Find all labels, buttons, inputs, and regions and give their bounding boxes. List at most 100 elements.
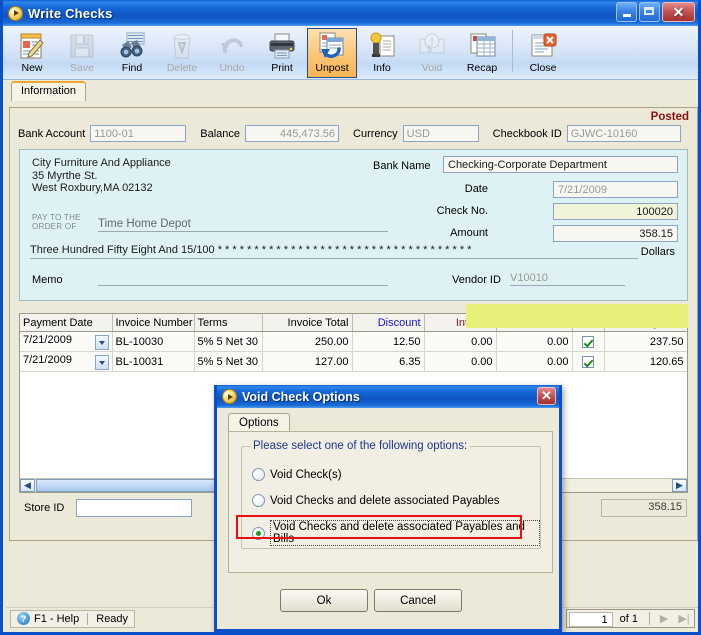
bank-name-input[interactable]: Checking-Corporate Department bbox=[443, 156, 678, 173]
cell-terms[interactable]: 5% 5 Net 30 bbox=[194, 332, 262, 352]
help-label[interactable]: F1 - Help bbox=[34, 613, 79, 625]
toolbar-button-undo[interactable]: Undo bbox=[207, 28, 257, 78]
pay-to-line1: PAY TO THE bbox=[32, 213, 81, 222]
toolbar-button-print[interactable]: Print bbox=[257, 28, 307, 78]
toolbar-button-void[interactable]: ! $ Void bbox=[407, 28, 457, 78]
paid-checkbox[interactable] bbox=[582, 336, 594, 348]
col-invoice-total[interactable]: Invoice Total bbox=[262, 314, 352, 332]
cancel-button[interactable]: Cancel bbox=[374, 589, 462, 612]
status-state-label: Ready bbox=[96, 613, 128, 625]
payment-date-value: 7/21/2009 bbox=[23, 354, 72, 366]
table-row[interactable]: 7/21/2009 BL-10030 5% 5 Net 30 250.00 12… bbox=[20, 332, 687, 352]
tab-information[interactable]: Information bbox=[11, 81, 86, 101]
toolbar-label-info: Info bbox=[373, 62, 391, 74]
store-id-input[interactable] bbox=[76, 499, 192, 517]
amount-label: Amount bbox=[418, 227, 488, 239]
col-discount[interactable]: Discount bbox=[352, 314, 424, 332]
vendor-id-input[interactable]: V10010 bbox=[510, 272, 625, 286]
minimize-button[interactable] bbox=[616, 2, 637, 22]
cell-invoice-number[interactable]: BL-10031 bbox=[112, 352, 194, 372]
printer-icon bbox=[267, 31, 297, 61]
cell-paid[interactable] bbox=[572, 352, 604, 372]
radio-icon[interactable] bbox=[252, 527, 265, 540]
toolbar-button-new[interactable]: New bbox=[7, 28, 57, 78]
cell-interest[interactable]: 0.00 bbox=[424, 332, 496, 352]
cell-payment[interactable]: 120.65 bbox=[604, 352, 687, 372]
skip-last-icon[interactable]: ▶| bbox=[674, 612, 694, 625]
toolbar-button-recap[interactable]: Recap bbox=[457, 28, 507, 78]
cell-discount[interactable]: 12.50 bbox=[352, 332, 424, 352]
toolbar-button-info[interactable]: Info bbox=[357, 28, 407, 78]
unpost-icon bbox=[317, 31, 347, 61]
col-invoice-number[interactable]: Invoice Number bbox=[112, 314, 194, 332]
info-lamp-icon bbox=[367, 31, 397, 61]
status-badge: Posted bbox=[651, 111, 689, 123]
close-button[interactable]: ✕ bbox=[662, 2, 695, 22]
cell-payment[interactable]: 237.50 bbox=[604, 332, 687, 352]
dialog-titlebar: Void Check Options ✕ bbox=[217, 385, 559, 408]
toolbar-button-find[interactable]: Find bbox=[107, 28, 157, 78]
question-mark-icon[interactable]: ? bbox=[17, 612, 30, 625]
radio-option-void-checks-delete-payables[interactable]: Void Checks and delete associated Payabl… bbox=[252, 494, 500, 507]
tab-options[interactable]: Options bbox=[228, 413, 290, 432]
play-circle-icon bbox=[222, 389, 237, 404]
memo-input[interactable] bbox=[98, 272, 388, 286]
scroll-left-icon[interactable]: ◀ bbox=[20, 479, 35, 492]
pager-total: 1 bbox=[632, 613, 638, 625]
close-icon: ✕ bbox=[541, 388, 552, 404]
cell-invoice-total[interactable]: 127.00 bbox=[262, 352, 352, 372]
pager-current-input[interactable]: 1 bbox=[569, 612, 613, 627]
radio-option-void-checks[interactable]: Void Check(s) bbox=[252, 468, 342, 481]
toolbar-label-void: Void bbox=[422, 62, 442, 74]
close-icon: ✕ bbox=[673, 5, 685, 19]
bank-account-input[interactable]: 1100-01 bbox=[90, 125, 186, 142]
cell-payment-date[interactable]: 7/21/2009 bbox=[20, 352, 112, 372]
date-label: Date bbox=[418, 183, 488, 195]
toolbar-button-unpost[interactable]: Unpost bbox=[307, 28, 357, 78]
dialog-close-button[interactable]: ✕ bbox=[537, 387, 556, 405]
amount-input[interactable]: 358.15 bbox=[553, 225, 678, 242]
cell-payment-date[interactable]: 7/21/2009 bbox=[20, 332, 112, 352]
col-terms[interactable]: Terms bbox=[194, 314, 262, 332]
payee-input[interactable]: Time Home Depot bbox=[98, 218, 388, 232]
chevron-down-icon[interactable] bbox=[95, 355, 109, 370]
cell-invoice-total[interactable]: 250.00 bbox=[262, 332, 352, 352]
cell-interest[interactable]: 0.00 bbox=[424, 352, 496, 372]
maximize-button[interactable] bbox=[639, 2, 660, 22]
cell-terms[interactable]: 5% 5 Net 30 bbox=[194, 352, 262, 372]
radio-icon[interactable] bbox=[252, 468, 265, 481]
payment-date-value: 7/21/2009 bbox=[23, 334, 72, 346]
currency-input[interactable]: USD bbox=[403, 125, 479, 142]
radio-label: Void Check(s) bbox=[270, 469, 342, 481]
window-titlebar: Write Checks ✕ bbox=[3, 0, 698, 26]
scroll-right-icon[interactable]: ▶ bbox=[672, 479, 687, 492]
toolbar-button-close[interactable]: Close bbox=[518, 28, 568, 78]
table-row[interactable]: 7/21/2009 BL-10031 5% 5 Net 30 127.00 6.… bbox=[20, 352, 687, 372]
ok-button[interactable]: Ok bbox=[280, 589, 368, 612]
radio-option-void-checks-delete-payables-and-bills[interactable]: Void Checks and delete associated Payabl… bbox=[252, 520, 540, 546]
cell-paid[interactable] bbox=[572, 332, 604, 352]
cell-invoice-number[interactable]: BL-10030 bbox=[112, 332, 194, 352]
col-payment-date[interactable]: Payment Date bbox=[20, 314, 112, 332]
check-no-input[interactable]: 100020 bbox=[553, 203, 678, 220]
chevron-down-icon[interactable] bbox=[95, 335, 109, 350]
void-check-options-dialog: Void Check Options ✕ Options Please sele… bbox=[214, 385, 562, 632]
currency-label: Currency bbox=[353, 128, 398, 140]
paid-checkbox[interactable] bbox=[582, 356, 594, 368]
bank-account-label: Bank Account bbox=[18, 128, 85, 140]
play-next-icon[interactable]: ▶ bbox=[654, 612, 674, 625]
cell-amount-due[interactable]: 0.00 bbox=[496, 352, 572, 372]
date-input[interactable]: 7/21/2009 bbox=[553, 181, 678, 198]
tabstrip: Information bbox=[3, 80, 698, 99]
radio-icon[interactable] bbox=[252, 494, 265, 507]
checkbook-id-label: Checkbook ID bbox=[493, 128, 562, 140]
cell-amount-due[interactable]: 0.00 bbox=[496, 332, 572, 352]
status-divider bbox=[87, 613, 88, 625]
cell-discount[interactable]: 6.35 bbox=[352, 352, 424, 372]
toolbar-button-save[interactable]: Save bbox=[57, 28, 107, 78]
checkbook-id-input[interactable]: GJWC-10160 bbox=[567, 125, 681, 142]
payer-address: City Furniture And Appliance 35 Myrthe S… bbox=[32, 157, 171, 195]
toolbar-label-undo: Undo bbox=[219, 62, 244, 74]
toolbar-button-delete[interactable]: Delete bbox=[157, 28, 207, 78]
options-group: Please select one of the following optio… bbox=[241, 446, 541, 549]
